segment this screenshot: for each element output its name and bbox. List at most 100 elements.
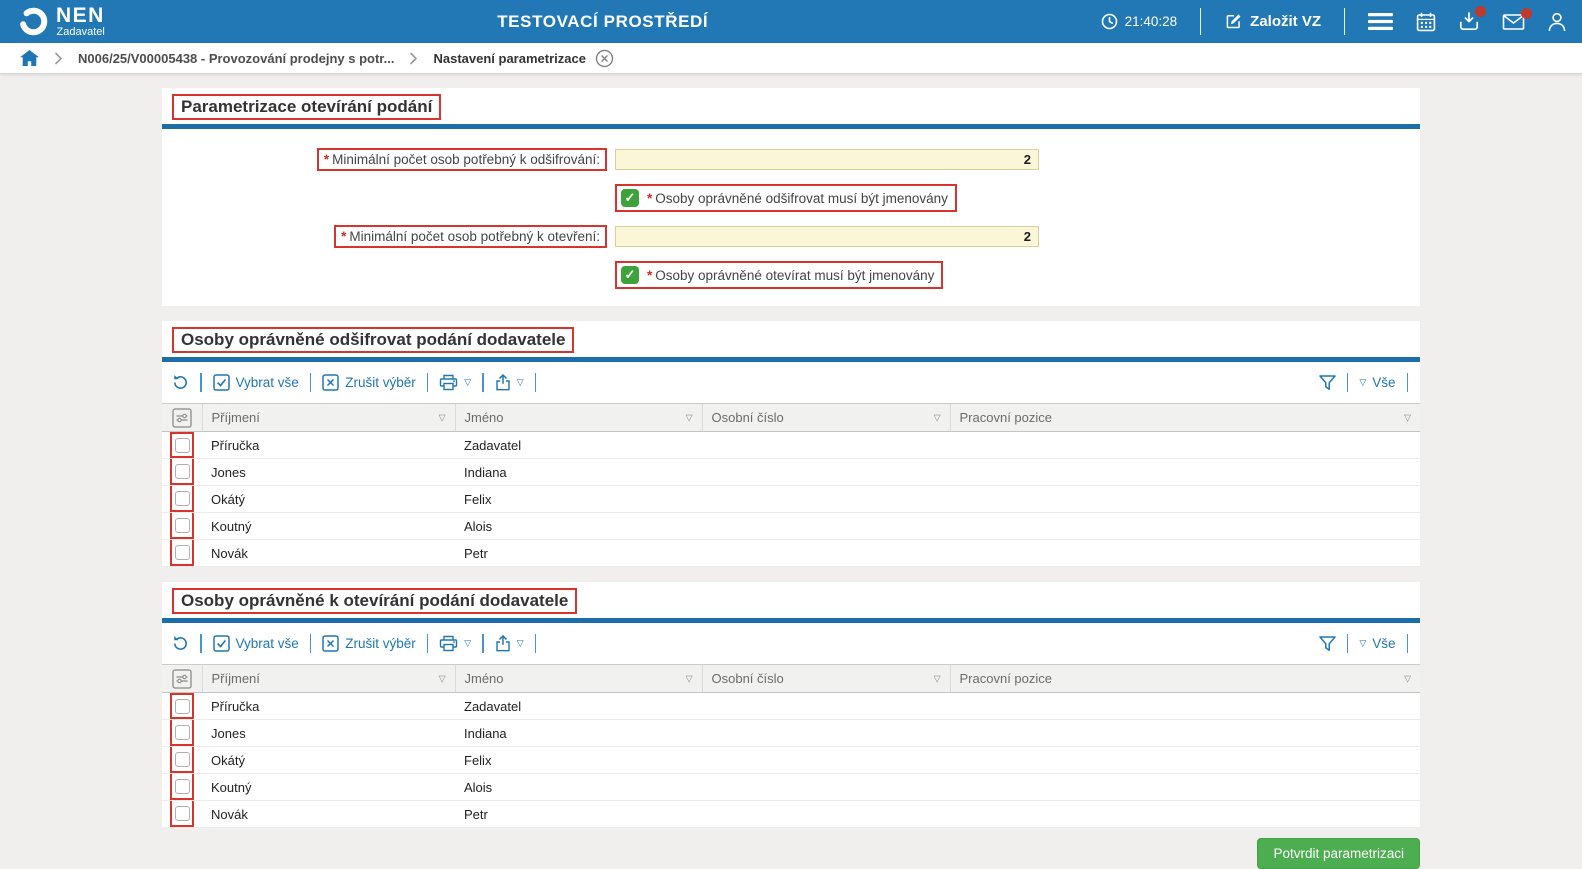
cell-position	[950, 692, 1420, 720]
column-settings-button[interactable]	[162, 403, 202, 432]
row-checkbox[interactable]	[174, 724, 190, 740]
decrypt-persons-section: Osoby oprávněné odšifrovat podání dodava…	[162, 321, 1420, 567]
row-checkbox[interactable]	[174, 463, 190, 479]
column-settings-button[interactable]	[162, 664, 202, 693]
printer-icon	[439, 635, 458, 652]
column-header-personal-number[interactable]: Osobní číslo ▽	[701, 664, 950, 693]
cell-position	[950, 512, 1420, 540]
close-tab-icon[interactable]	[595, 49, 614, 68]
table-row: Novák Petr	[162, 539, 1420, 567]
column-filter-icon[interactable]: ▽	[934, 674, 941, 683]
row-checkbox-highlight	[170, 774, 194, 800]
print-button[interactable]: ▽	[439, 635, 471, 652]
row-checkbox[interactable]	[174, 778, 190, 794]
filter-scope-label: Vše	[1372, 636, 1396, 651]
column-header-name[interactable]: Jméno ▽	[454, 403, 702, 432]
column-header-surname[interactable]: Příjmení ▽	[201, 403, 455, 432]
cell-name: Petr	[455, 800, 702, 828]
nen-logo[interactable]: NEN Zadavatel	[18, 5, 105, 38]
cell-surname: Jones	[202, 458, 455, 486]
user-profile-button[interactable]	[1548, 12, 1566, 31]
breadcrumb-item-procurement[interactable]: N006/25/V00005438 - Provozování prodejny…	[78, 51, 394, 66]
table-row: Příručka Zadavatel	[162, 692, 1420, 720]
cell-surname: Okátý	[202, 746, 455, 774]
breadcrumb-item-current: Nastavení parametrizace	[433, 49, 614, 68]
menu-button[interactable]	[1368, 13, 1393, 30]
row-checkbox[interactable]	[174, 698, 190, 714]
calendar-icon	[1416, 12, 1436, 32]
column-header-name[interactable]: Jméno ▽	[454, 664, 702, 693]
calendar-button[interactable]	[1416, 12, 1436, 32]
cell-surname: Koutný	[202, 773, 455, 801]
cell-surname: Příručka	[202, 692, 455, 720]
column-filter-icon[interactable]: ▽	[1404, 413, 1411, 422]
breadcrumb-current-label: Nastavení parametrizace	[433, 50, 586, 66]
cell-surname: Jones	[202, 719, 455, 747]
column-filter-icon[interactable]: ▽	[439, 674, 446, 683]
filter-scope-dropdown[interactable]: ▽ Vše	[1359, 375, 1395, 390]
row-checkbox[interactable]	[174, 805, 190, 821]
export-button[interactable]: ▽	[495, 374, 524, 391]
row-checkbox[interactable]	[174, 544, 190, 560]
caret-down-icon[interactable]: ▽	[517, 378, 524, 387]
min-decrypt-label-text: Minimální počet osob potřebný k odšifrov…	[332, 152, 600, 167]
cell-position	[950, 773, 1420, 801]
print-button[interactable]: ▽	[439, 374, 471, 391]
confirm-parametrization-button[interactable]: Potvrdit parametrizaci	[1257, 838, 1420, 869]
toolbar-divider	[1346, 634, 1349, 653]
refresh-button[interactable]	[172, 635, 189, 652]
column-filter-icon[interactable]: ▽	[686, 413, 693, 422]
column-header-surname[interactable]: Příjmení ▽	[201, 664, 455, 693]
column-header-position[interactable]: Pracovní pozice ▽	[949, 664, 1420, 693]
home-button[interactable]	[20, 50, 39, 66]
export-button[interactable]: ▽	[495, 635, 524, 652]
row-checkbox-highlight	[170, 720, 194, 746]
filter-scope-dropdown[interactable]: ▽ Vše	[1359, 636, 1395, 651]
row-checkbox[interactable]	[174, 490, 190, 506]
table-row: Jones Indiana	[162, 719, 1420, 747]
row-checkbox[interactable]	[174, 751, 190, 767]
cell-personal-number	[702, 512, 950, 540]
create-vz-button[interactable]: Založit VZ	[1224, 12, 1321, 31]
cell-name: Indiana	[455, 458, 702, 486]
downloads-button[interactable]	[1459, 6, 1486, 31]
filter-button[interactable]	[1319, 635, 1336, 652]
column-filter-icon[interactable]: ▽	[934, 413, 941, 422]
column-filter-icon[interactable]: ▽	[1404, 674, 1411, 683]
refresh-button[interactable]	[172, 374, 189, 391]
clear-selection-label: Zrušit výběr	[345, 636, 416, 651]
caret-down-icon[interactable]: ▽	[464, 378, 471, 387]
row-checkbox-highlight	[170, 486, 194, 512]
row-checkbox[interactable]	[174, 517, 190, 533]
row-checkbox[interactable]	[174, 437, 190, 453]
open-named-checkbox[interactable]: ✓	[621, 266, 639, 284]
column-header-personal-number[interactable]: Osobní číslo ▽	[701, 403, 950, 432]
messages-button[interactable]	[1502, 7, 1532, 30]
caret-down-icon[interactable]: ▽	[464, 639, 471, 648]
select-all-button[interactable]: Vybrat vše	[212, 374, 299, 391]
clear-selection-button[interactable]: Zrušit výběr	[322, 635, 416, 652]
row-checkbox-highlight	[170, 693, 194, 719]
server-time-value: 21:40:28	[1124, 14, 1178, 29]
select-all-button[interactable]: Vybrat vše	[212, 635, 299, 652]
caret-down-icon: ▽	[1359, 377, 1367, 387]
checkbox-x-icon	[322, 374, 340, 391]
cell-position	[950, 746, 1420, 774]
caret-down-icon[interactable]: ▽	[517, 639, 524, 648]
filter-button[interactable]	[1319, 374, 1336, 391]
row-checkbox-highlight	[170, 801, 194, 827]
min-decrypt-input[interactable]	[615, 149, 1039, 170]
decrypt-named-checkbox[interactable]: ✓	[621, 189, 639, 207]
column-header-position[interactable]: Pracovní pozice ▽	[949, 403, 1420, 432]
cell-name: Indiana	[455, 719, 702, 747]
chevron-right-icon	[409, 51, 418, 65]
clear-selection-label: Zrušit výběr	[345, 375, 416, 390]
table-row: Koutný Alois	[162, 773, 1420, 801]
column-filter-icon[interactable]: ▽	[686, 674, 693, 683]
toolbar-divider	[309, 634, 312, 653]
min-open-input[interactable]	[615, 226, 1039, 247]
min-open-label-text: Minimální počet osob potřebný k otevření…	[349, 229, 600, 244]
toolbar-divider	[426, 373, 429, 392]
clear-selection-button[interactable]: Zrušit výběr	[322, 374, 416, 391]
column-filter-icon[interactable]: ▽	[439, 413, 446, 422]
